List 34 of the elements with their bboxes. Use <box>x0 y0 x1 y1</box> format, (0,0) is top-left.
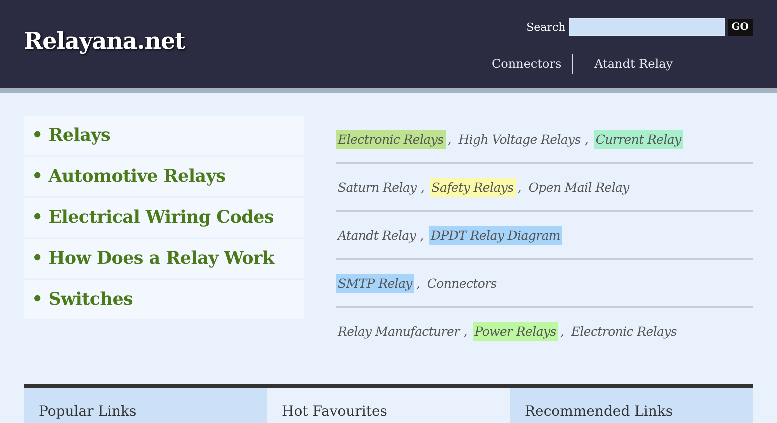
menu-link[interactable]: • Automotive Relays <box>24 157 304 196</box>
menu-link[interactable]: • How Does a Relay Work <box>24 239 304 278</box>
link[interactable]: Open Mail Relay <box>526 178 632 196</box>
menu-link[interactable]: • Electrical Wiring Codes <box>24 198 304 237</box>
link[interactable]: Relay Manufacturer <box>336 322 462 340</box>
separator: , <box>420 228 424 242</box>
separator: , <box>420 180 425 194</box>
link[interactable]: High Voltage Relays <box>456 130 583 148</box>
link[interactable]: Saturn Relay <box>336 178 419 196</box>
separator: , <box>518 180 522 194</box>
nav-link[interactable]: Atandt Relay <box>572 54 683 74</box>
footer-tab[interactable]: Recommended Links <box>510 388 753 423</box>
footer-tab[interactable]: Popular Links <box>24 388 267 423</box>
separator: , <box>560 324 564 338</box>
highlighted-link[interactable]: SMTP Relay <box>336 274 414 292</box>
link[interactable]: Connectors <box>425 274 499 292</box>
highlighted-link[interactable]: DPDT Relay Diagram <box>429 226 562 244</box>
highlighted-link[interactable]: Power Relays <box>472 322 558 340</box>
separator: , <box>416 276 420 290</box>
link[interactable]: Atandt Relay <box>336 226 418 244</box>
search-field[interactable] <box>568 18 725 36</box>
separator: , <box>464 324 468 338</box>
highlighted-link[interactable]: Current Relay <box>594 130 684 148</box>
search-label: Search <box>526 20 566 34</box>
separator: , <box>584 132 589 146</box>
go-button[interactable]: GO <box>728 18 753 36</box>
highlighted-link[interactable]: Electronic Relays <box>336 130 446 148</box>
menu-link[interactable]: • Relays <box>24 116 304 155</box>
nav-link[interactable]: Connectors <box>492 54 573 74</box>
menu-link[interactable]: • Switches <box>24 280 304 319</box>
link[interactable]: Electronic Relays <box>569 322 680 340</box>
highlighted-link[interactable]: Safety Relays <box>430 178 516 196</box>
separator: , <box>448 132 452 146</box>
site-logo[interactable]: Relayana.net <box>24 28 186 55</box>
